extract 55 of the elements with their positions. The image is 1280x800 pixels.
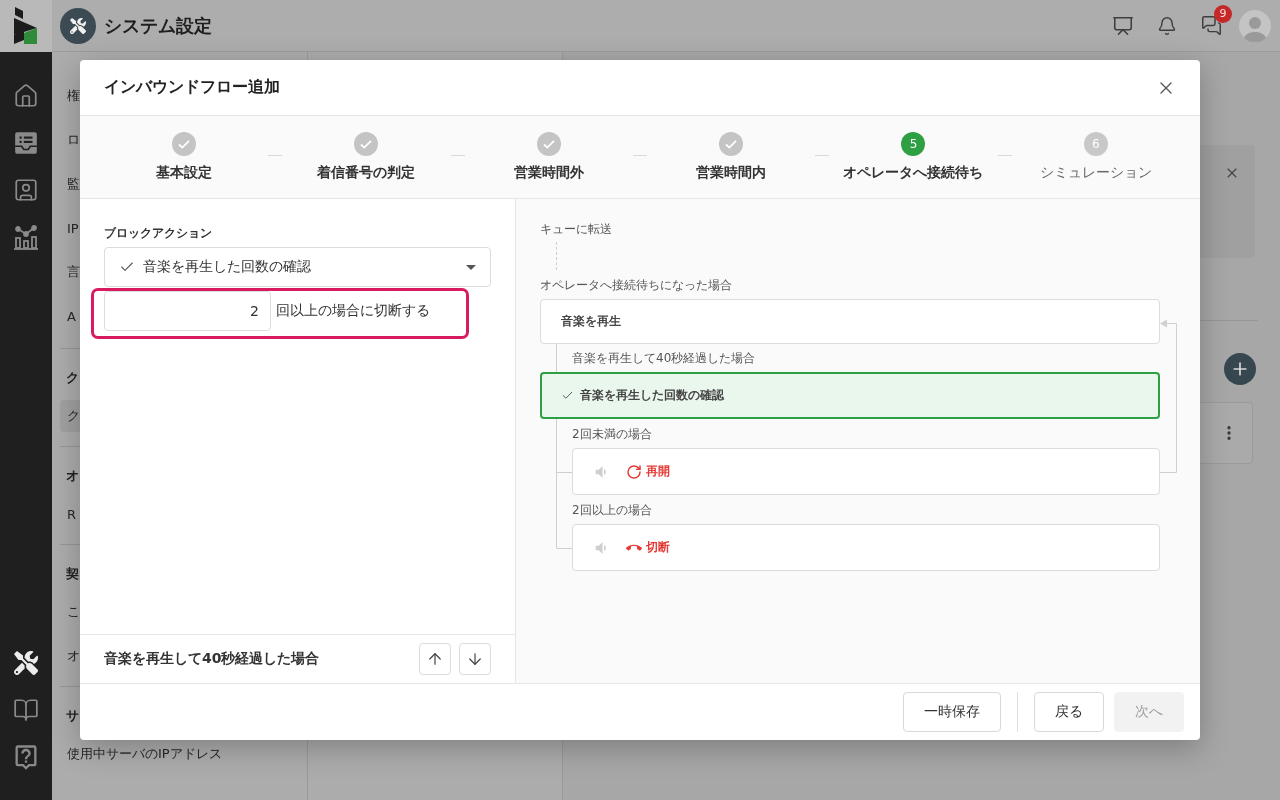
- tools-icon[interactable]: [14, 650, 38, 675]
- add-button[interactable]: [1224, 353, 1256, 385]
- flow-block-card[interactable]: 音楽を再生: [540, 299, 1160, 344]
- flow-start-label: キューに転送: [540, 221, 613, 237]
- flow-block-card[interactable]: 切断: [572, 524, 1160, 571]
- block-label: 音楽を再生した回数の確認: [580, 387, 724, 404]
- save-draft-button[interactable]: 一時保存: [903, 692, 1001, 732]
- step-number: 5: [901, 132, 926, 156]
- dialog-title: インバウンドフロー追加: [104, 77, 280, 98]
- refresh-icon: [626, 463, 642, 480]
- tools-icon: [60, 7, 96, 44]
- dashed-connector: [556, 242, 557, 270]
- back-button[interactable]: 戻る: [1034, 692, 1104, 732]
- contact-icon[interactable]: [13, 176, 39, 203]
- chat-icon[interactable]: [1200, 15, 1222, 36]
- move-up-button[interactable]: [419, 643, 451, 675]
- step-label: 着信番号の判定: [317, 163, 416, 182]
- logo-icon[interactable]: [0, 0, 52, 52]
- flow-trigger-label: オペレータへ接続待ちになった場合: [540, 277, 733, 293]
- nav-section-heading: サ: [65, 707, 79, 725]
- block-action-select[interactable]: 音楽を再生した回数の確認: [104, 247, 491, 287]
- nav-item[interactable]: 使用中サーバのIPアドレス: [60, 738, 299, 770]
- block-title: 音楽を再生して40秒経過した場合: [104, 650, 320, 668]
- caret-icon: [466, 264, 476, 270]
- field-label: ブロックアクション: [104, 225, 213, 241]
- chart-icon[interactable]: [13, 223, 39, 250]
- list-icon[interactable]: [13, 129, 39, 156]
- bell-icon[interactable]: [1157, 15, 1177, 36]
- step-label: シミュレーション: [1039, 163, 1152, 182]
- step-label: 営業時間外: [513, 163, 584, 182]
- condition-label: 音楽を再生して40秒経過した場合: [572, 350, 756, 366]
- presentation-board-icon[interactable]: [1112, 14, 1134, 37]
- flow-block-card[interactable]: 音楽を再生した回数の確認: [540, 372, 1160, 419]
- step-label: 営業時間内: [696, 163, 767, 182]
- home-icon[interactable]: [13, 82, 39, 109]
- action-label: 切断: [646, 539, 670, 556]
- condition-label: 2回以上の場合: [572, 502, 653, 518]
- count-suffix: 回以上の場合に切断する: [276, 302, 430, 320]
- arrow-down-icon: [466, 650, 484, 668]
- connector-line: [556, 344, 557, 372]
- flow-block-card[interactable]: 再開: [572, 448, 1160, 495]
- nav-section-heading: オ: [65, 467, 79, 485]
- page-title: システム設定: [104, 13, 212, 38]
- count-input[interactable]: 2: [104, 291, 271, 331]
- nav-section-heading: 契: [65, 565, 79, 583]
- nav-section-heading: ク: [65, 369, 79, 387]
- step-label: 基本設定: [156, 163, 213, 182]
- block-label: 音楽を再生: [561, 313, 621, 330]
- book-icon[interactable]: [13, 696, 39, 723]
- notification-badge: 9: [1214, 4, 1232, 23]
- step-label: オペレータへ接続待ち: [843, 163, 984, 182]
- check-icon: [561, 389, 574, 402]
- condition-label: 2回未満の場合: [572, 426, 653, 442]
- move-down-button[interactable]: [459, 643, 491, 675]
- action-label: 再開: [646, 463, 670, 480]
